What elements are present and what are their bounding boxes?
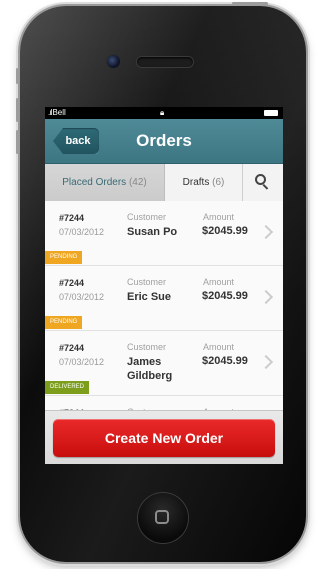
create-new-order-button[interactable]: Create New Order xyxy=(53,419,275,457)
front-camera xyxy=(107,55,120,68)
search-button[interactable] xyxy=(243,164,283,201)
search-icon xyxy=(255,174,266,185)
order-date: 07/03/2012 xyxy=(59,227,105,237)
app-screen: .ıl Bell 🔒︎ Orders back Placed Orders (4… xyxy=(45,107,283,464)
customer-label: Customer xyxy=(127,342,167,352)
navigation-bar: Orders back xyxy=(45,119,283,164)
chevron-right-icon xyxy=(258,289,274,305)
amount-label: Amount xyxy=(203,212,235,222)
customer-name: Susan Po xyxy=(127,226,178,238)
tab-drafts-count: (6) xyxy=(212,177,225,188)
status-badge: PENDING xyxy=(45,316,83,329)
order-date: 07/03/2012 xyxy=(59,357,105,367)
volume-up-button xyxy=(16,98,19,122)
tab-drafts[interactable]: Drafts (6) xyxy=(165,164,243,201)
customer-label: Customer xyxy=(127,212,167,222)
order-id: #7244 xyxy=(59,213,85,223)
status-badge: DELIVERED xyxy=(45,381,90,394)
order-amount: $2045.99 xyxy=(202,290,248,302)
customer-name: James Gildberg xyxy=(127,356,173,382)
sleep-button xyxy=(232,2,268,5)
home-button[interactable] xyxy=(138,493,188,543)
order-amount: $2045.99 xyxy=(202,225,248,237)
tab-placed-orders[interactable]: Placed Orders (42) xyxy=(45,164,165,201)
mute-switch xyxy=(16,68,19,84)
amount-label: Amount xyxy=(203,277,235,287)
customer-name: Eric Sue xyxy=(127,291,172,303)
order-id: #7244 xyxy=(59,343,85,353)
chevron-right-icon xyxy=(258,354,274,370)
carrier: .ıl Bell xyxy=(48,108,66,117)
bottom-toolbar: Create New Order xyxy=(45,410,283,464)
chevron-right-icon xyxy=(258,224,274,240)
earpiece-speaker xyxy=(137,57,193,67)
order-amount: $2045.99 xyxy=(202,355,248,367)
order-date: 07/03/2012 xyxy=(59,292,105,302)
order-id: #7244 xyxy=(59,278,85,288)
status-bar: .ıl Bell 🔒︎ xyxy=(45,107,283,119)
amount-label: Amount xyxy=(203,342,235,352)
order-row[interactable]: #7244 07/03/2012 Customer Eric Sue Amoun… xyxy=(45,266,283,331)
volume-down-button xyxy=(16,130,19,154)
search-icon-handle xyxy=(262,184,269,190)
order-row[interactable]: #7244 07/03/2012 Customer Susan Po Amoun… xyxy=(45,201,283,266)
tab-placed-count: (42) xyxy=(128,177,147,188)
order-tabs: Placed Orders (42) Drafts (6) xyxy=(45,164,283,202)
lock-icon: 🔒︎ xyxy=(160,108,165,117)
tab-drafts-label: Drafts xyxy=(182,177,210,188)
battery-icon xyxy=(264,110,278,116)
customer-label: Customer xyxy=(127,277,167,287)
tab-placed-label: Placed Orders xyxy=(62,177,127,188)
home-square-icon xyxy=(155,510,169,524)
order-row[interactable]: #7244 07/03/2012 Customer James Gildberg… xyxy=(45,331,283,396)
status-badge: PENDING xyxy=(45,251,83,264)
